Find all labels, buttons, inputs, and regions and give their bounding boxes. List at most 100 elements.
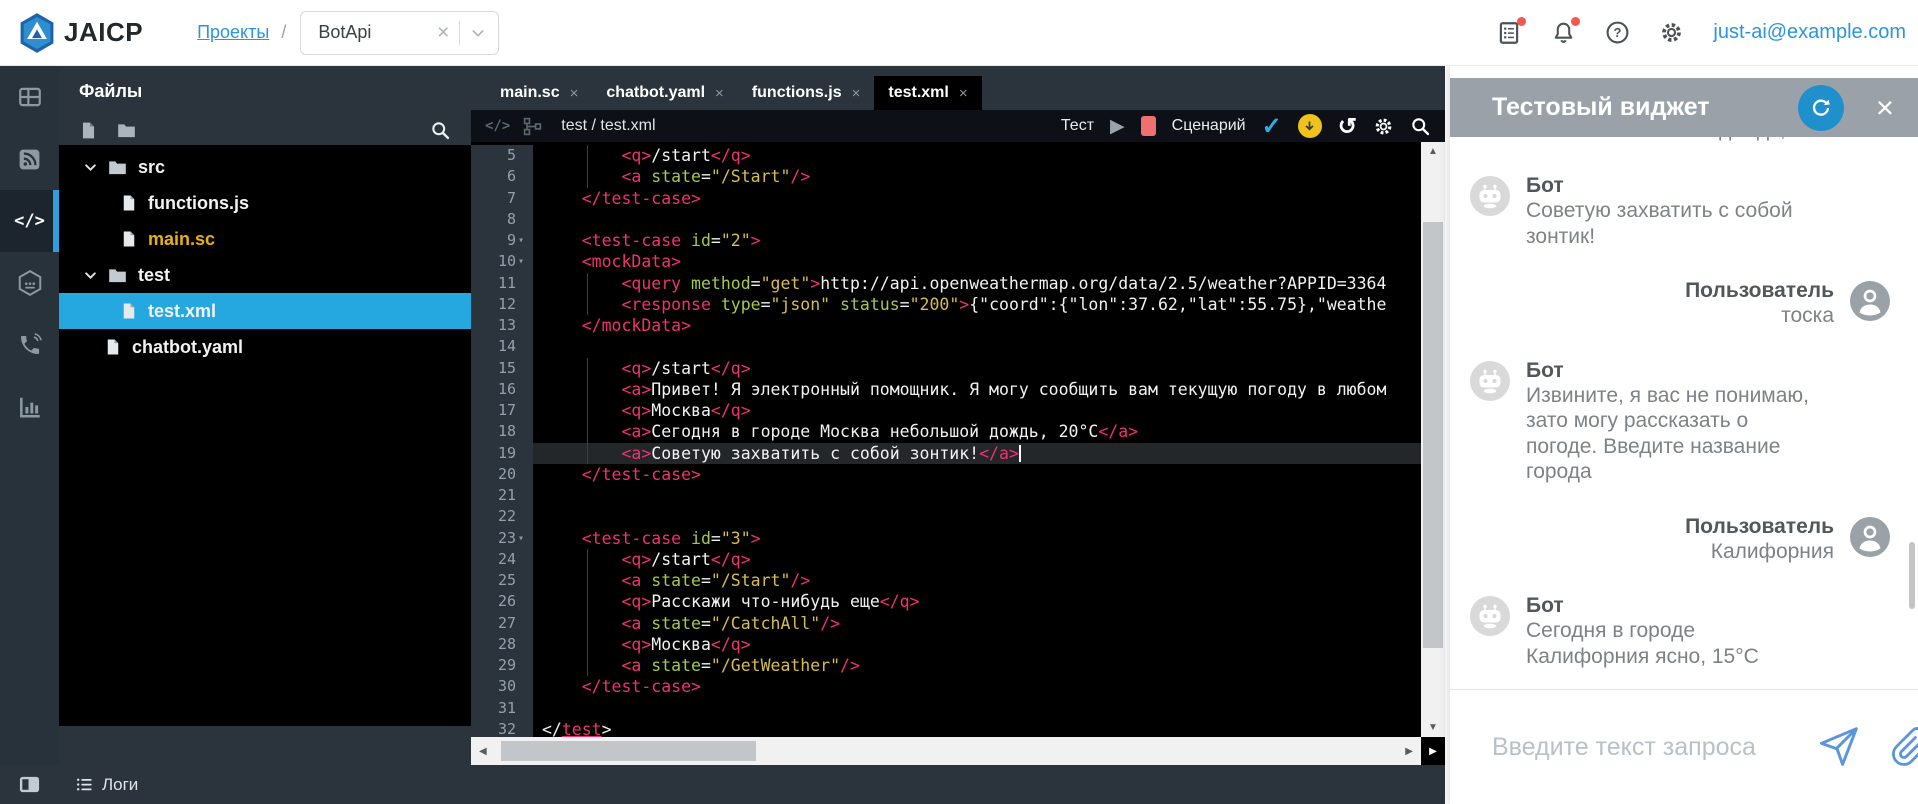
- chevron-down-icon[interactable]: [83, 160, 98, 175]
- close-icon[interactable]: ×: [1876, 92, 1894, 123]
- code-line[interactable]: 11 <query method="get">http://api.openwe…: [471, 273, 1421, 294]
- fold-icon[interactable]: ▾: [516, 251, 533, 272]
- code-line[interactable]: 21: [471, 485, 1421, 506]
- run-test-button[interactable]: ▶: [1110, 117, 1125, 136]
- code-line[interactable]: 23▾ <test-case id="3">: [471, 528, 1421, 549]
- line-number: 29: [498, 655, 516, 676]
- collapse-panel-icon[interactable]: [18, 773, 41, 796]
- horizontal-scrollbar[interactable]: ◀ ▶: [471, 737, 1421, 765]
- code-line[interactable]: 31: [471, 698, 1421, 719]
- close-icon[interactable]: ×: [959, 85, 968, 102]
- sidebar-item-dashboard[interactable]: [0, 66, 59, 128]
- deploy-button[interactable]: [1298, 114, 1322, 138]
- undo-button[interactable]: ↺: [1338, 115, 1357, 138]
- scrollbar-thumb[interactable]: [501, 741, 756, 761]
- send-icon[interactable]: [1816, 725, 1860, 769]
- tree-row-test[interactable]: test: [59, 257, 471, 293]
- project-select[interactable]: BotApi ×: [300, 11, 499, 55]
- code-line[interactable]: 29 <a state="/GetWeather"/>: [471, 655, 1421, 676]
- code-line[interactable]: 25 <a state="/Start"/>: [471, 570, 1421, 591]
- sidebar-item-calls[interactable]: [0, 314, 59, 376]
- code-line[interactable]: 17 <q>Москва</q>: [471, 400, 1421, 421]
- code-line[interactable]: 28 <q>Москва</q>: [471, 634, 1421, 655]
- search-code-button[interactable]: [1410, 116, 1431, 137]
- code-line[interactable]: 8: [471, 209, 1421, 230]
- code-line[interactable]: 15 <q>/start</q>: [471, 358, 1421, 379]
- sidebar-item-channels[interactable]: [0, 128, 59, 190]
- clear-icon[interactable]: ×: [437, 21, 449, 45]
- code-mode-icon[interactable]: </>: [485, 118, 510, 134]
- code-line[interactable]: 5 <q>/start</q>: [471, 145, 1421, 166]
- help-button[interactable]: ?: [1605, 20, 1630, 45]
- new-file-button[interactable]: [79, 121, 98, 140]
- code-line[interactable]: 16 <a>Привет! Я электронный помощник. Я …: [471, 379, 1421, 400]
- stop-test-button[interactable]: [1141, 116, 1156, 136]
- chat-input[interactable]: [1490, 732, 1816, 763]
- code-line[interactable]: 20 </test-case>: [471, 464, 1421, 485]
- validate-check-icon[interactable]: ✓: [1262, 112, 1282, 141]
- code-line[interactable]: 7 </test-case>: [471, 188, 1421, 209]
- tree-row-functions.js[interactable]: functions.js: [59, 185, 471, 221]
- code-line[interactable]: 9▾ <test-case id="2">: [471, 230, 1421, 251]
- code-line[interactable]: 30 </test-case>: [471, 676, 1421, 697]
- code-text: <test-case id="3">: [533, 528, 1421, 549]
- files-panel: Файлы srcfunctions.jsmain.sctesttest.xml…: [59, 66, 471, 765]
- code-text: <a state="/Start"/>: [533, 570, 1421, 591]
- tree-row-chatbot.yaml[interactable]: chatbot.yaml: [59, 329, 471, 365]
- gutter-cell: 17: [471, 400, 533, 421]
- code-line[interactable]: 24 <q>/start</q>: [471, 549, 1421, 570]
- code-line[interactable]: 18 <a>Сегодня в городе Москва небольшой …: [471, 421, 1421, 442]
- code-line[interactable]: 12 <response type="json" status="200">{"…: [471, 294, 1421, 315]
- jaicp-logo[interactable]: JAICP: [18, 12, 143, 54]
- branch-view-icon[interactable]: [522, 116, 543, 137]
- tree-row-test.xml[interactable]: test.xml: [59, 293, 471, 329]
- tasks-button[interactable]: [1496, 20, 1522, 46]
- scroll-down-icon[interactable]: ▼: [1421, 722, 1445, 733]
- close-icon[interactable]: ×: [570, 85, 579, 102]
- scroll-up-icon[interactable]: ▲: [1421, 146, 1445, 157]
- code-line[interactable]: 32</test>: [471, 719, 1421, 737]
- fold-icon[interactable]: ▾: [516, 528, 533, 549]
- code-line[interactable]: 19 <a>Советую захватить с собой зонтик!<…: [471, 443, 1421, 464]
- message-text: Сегодня в городе Калифорния ясно, 15°C: [1526, 618, 1759, 669]
- code-line[interactable]: 10▾ <mockData>: [471, 251, 1421, 272]
- editor-settings-button[interactable]: [1373, 116, 1394, 137]
- sidebar-item-bot[interactable]: [0, 252, 59, 314]
- close-icon[interactable]: ×: [715, 85, 724, 102]
- notifications-button[interactable]: [1551, 20, 1576, 45]
- chevron-down-icon[interactable]: [470, 25, 486, 41]
- vertical-scrollbar[interactable]: ▲ ▼: [1421, 142, 1445, 737]
- tree-row-src[interactable]: src: [59, 149, 471, 185]
- code-line[interactable]: 13 </mockData>: [471, 315, 1421, 336]
- tab-functions.js[interactable]: functions.js×: [738, 76, 875, 110]
- chat-scrollbar-thumb[interactable]: [1909, 542, 1915, 609]
- code-line[interactable]: 26 <q>Расскажи что-нибудь еще</q>: [471, 591, 1421, 612]
- user-email[interactable]: just-ai@example.com: [1713, 21, 1906, 44]
- code-area[interactable]: 5 <q>/start</q>6 <a state="/Start"/>7 </…: [471, 142, 1421, 737]
- code-line[interactable]: 6 <a state="/Start"/>: [471, 166, 1421, 187]
- scroll-corner[interactable]: ▶: [1421, 737, 1445, 765]
- code-line[interactable]: 22: [471, 506, 1421, 527]
- tab-main.sc[interactable]: main.sc×: [486, 76, 592, 110]
- code-line[interactable]: 27 <a state="/CatchAll"/>: [471, 613, 1421, 634]
- logs-button[interactable]: Логи: [75, 775, 138, 795]
- close-icon[interactable]: ×: [852, 85, 861, 102]
- settings-button[interactable]: [1659, 20, 1684, 45]
- refresh-button[interactable]: [1798, 85, 1844, 131]
- scroll-right-icon[interactable]: ▶: [1405, 737, 1413, 765]
- gutter-cell: 20: [471, 464, 533, 485]
- search-files-button[interactable]: [430, 120, 451, 141]
- breadcrumb-projects-link[interactable]: Проекты: [197, 22, 269, 43]
- tab-test.xml[interactable]: test.xml×: [874, 76, 981, 110]
- chevron-down-icon[interactable]: [83, 268, 98, 283]
- tree-row-main.sc[interactable]: main.sc: [59, 221, 471, 257]
- attach-icon[interactable]: [1890, 726, 1918, 768]
- fold-icon[interactable]: ▾: [516, 230, 533, 251]
- scrollbar-thumb[interactable]: [1423, 222, 1443, 648]
- scroll-left-icon[interactable]: ◀: [479, 737, 487, 765]
- sidebar-item-editor[interactable]: </>: [0, 190, 59, 252]
- tab-chatbot.yaml[interactable]: chatbot.yaml×: [592, 76, 737, 110]
- code-line[interactable]: 14: [471, 336, 1421, 357]
- sidebar-item-analytics[interactable]: [0, 376, 59, 438]
- new-folder-button[interactable]: [116, 120, 137, 141]
